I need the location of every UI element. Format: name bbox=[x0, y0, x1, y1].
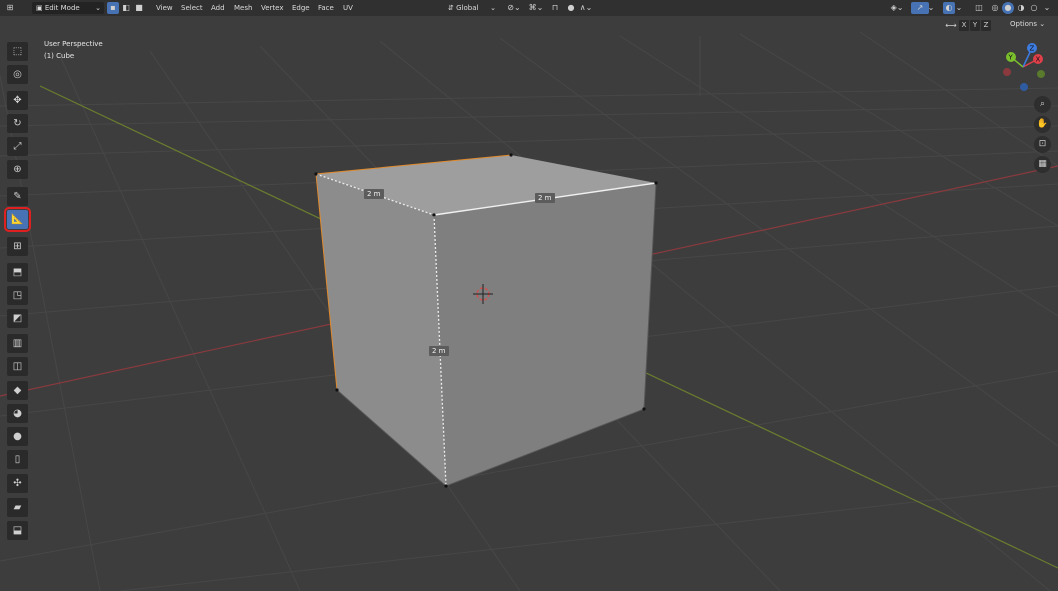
vertex[interactable] bbox=[335, 388, 339, 392]
pan-hand-icon[interactable]: ✋ bbox=[1034, 116, 1051, 133]
orientation-label: Global bbox=[456, 4, 479, 12]
camera-icon[interactable]: ⊡ bbox=[1034, 136, 1051, 153]
add-cube-icon[interactable]: ⊞ bbox=[7, 237, 28, 256]
options-dropdown[interactable]: Options ⌄ bbox=[1010, 20, 1045, 28]
spin-icon[interactable]: ◕ bbox=[7, 404, 28, 423]
cube-left-face[interactable] bbox=[316, 174, 446, 486]
chevron-down-icon: ⌄ bbox=[490, 4, 496, 12]
y-axis-label: Y bbox=[1008, 54, 1014, 62]
options-label: Options bbox=[1010, 20, 1038, 28]
smooth-icon[interactable]: ● bbox=[7, 427, 28, 446]
mirror-z-toggle[interactable]: Z bbox=[981, 20, 991, 31]
vertex[interactable] bbox=[444, 484, 448, 488]
menu-face[interactable]: Face bbox=[318, 2, 334, 14]
3d-viewport[interactable]: 2 m 2 m 2 m User Perspective (1) Cube ⟷ … bbox=[0, 16, 1058, 591]
cursor-icon[interactable]: ◎ bbox=[7, 65, 28, 84]
vertex[interactable] bbox=[509, 153, 513, 157]
editor-type-icon[interactable]: ⊞ bbox=[4, 2, 16, 14]
xray-icon[interactable]: ◫ bbox=[973, 2, 985, 14]
neg-z-axis-handle[interactable] bbox=[1020, 83, 1028, 91]
vertex-select-icon[interactable]: ▪ bbox=[107, 2, 119, 14]
shading-options-icon[interactable]: ⌄ bbox=[1041, 2, 1053, 14]
chevron-down-icon[interactable]: ⌄ bbox=[955, 2, 963, 14]
perspective-grid-icon[interactable]: ▦ bbox=[1034, 156, 1051, 173]
chevron-down-icon: ⌄ bbox=[1039, 20, 1046, 28]
rendered-shading-icon[interactable]: ○ bbox=[1028, 2, 1040, 14]
rip-region-icon[interactable]: ⬓ bbox=[7, 521, 28, 540]
viewport-header: ⊞ ▣ Edit Mode ⌄ ▪ ◧ ■ View Select Add Me… bbox=[0, 0, 1058, 16]
snap-icon[interactable]: ⌘⌄ bbox=[527, 2, 545, 14]
neg-x-axis-handle[interactable] bbox=[1003, 68, 1011, 76]
move-icon[interactable]: ✥ bbox=[7, 91, 28, 110]
inset-faces-icon[interactable]: ◳ bbox=[7, 286, 28, 305]
viewport-canvas bbox=[0, 31, 1058, 591]
menu-add[interactable]: Add bbox=[211, 2, 225, 14]
proportional-edit-icon[interactable]: ● bbox=[567, 2, 575, 14]
vertex[interactable] bbox=[654, 181, 658, 185]
bevel-icon[interactable]: ◩ bbox=[7, 309, 28, 328]
menu-select[interactable]: Select bbox=[181, 2, 203, 14]
face-select-icon[interactable]: ■ bbox=[133, 2, 145, 14]
cube-right-face[interactable] bbox=[434, 183, 656, 486]
extrude-region-icon[interactable]: ⬒ bbox=[7, 263, 28, 282]
menu-uv[interactable]: UV bbox=[343, 2, 353, 14]
menu-mesh[interactable]: Mesh bbox=[234, 2, 252, 14]
zoom-icon[interactable]: ⌕ bbox=[1034, 96, 1051, 113]
mirror-icon[interactable]: ⟷ bbox=[945, 20, 957, 32]
x-axis-label: X bbox=[1036, 56, 1041, 64]
material-shading-icon[interactable]: ◑ bbox=[1015, 2, 1027, 14]
dimension-label: 2 m bbox=[429, 346, 449, 356]
solid-shading-icon[interactable]: ● bbox=[1002, 2, 1014, 14]
z-axis-label: Z bbox=[1030, 45, 1035, 53]
transform-icon[interactable]: ⊕ bbox=[7, 160, 28, 179]
measure-icon[interactable]: 📐 bbox=[4, 207, 31, 232]
poly-build-icon[interactable]: ◆ bbox=[7, 381, 28, 400]
menu-edge[interactable]: Edge bbox=[292, 2, 310, 14]
falloff-icon[interactable]: ∧⌄ bbox=[578, 2, 594, 14]
wireframe-shading-icon[interactable]: ◎ bbox=[989, 2, 1001, 14]
vertex[interactable] bbox=[642, 407, 646, 411]
edge-slide-icon[interactable]: ▯ bbox=[7, 450, 28, 469]
edge-select-icon[interactable]: ◧ bbox=[120, 2, 132, 14]
knife-icon[interactable]: ◫ bbox=[7, 357, 28, 376]
orientation-icon: ⇵ bbox=[448, 4, 457, 12]
overlays-icon[interactable]: ◐ bbox=[943, 2, 955, 14]
object-name: (1) Cube bbox=[44, 52, 75, 60]
dimension-label: 2 m bbox=[364, 189, 384, 199]
mirror-x-toggle[interactable]: X bbox=[959, 20, 969, 31]
scale-icon[interactable]: ⤢ bbox=[7, 137, 28, 156]
snap-settings-icon[interactable]: ⊓ bbox=[550, 2, 560, 14]
chevron-down-icon: ⌄ bbox=[95, 4, 101, 12]
loop-cut-icon[interactable]: ▥ bbox=[7, 334, 28, 353]
pivot-icon[interactable]: ⊘⌄ bbox=[505, 2, 523, 14]
dimension-label: 2 m bbox=[535, 193, 555, 203]
rotate-icon[interactable]: ↻ bbox=[7, 114, 28, 133]
mode-label: Edit Mode bbox=[44, 4, 80, 12]
visibility-icon[interactable]: ◈⌄ bbox=[888, 2, 906, 14]
annotate-icon[interactable]: ✎ bbox=[7, 187, 28, 206]
orientation-dropdown[interactable]: ⇵ Global ⌄ bbox=[448, 2, 496, 14]
cube-mesh[interactable] bbox=[314, 153, 658, 488]
mirror-y-toggle[interactable]: Y bbox=[970, 20, 980, 31]
chevron-down-icon[interactable]: ⌄ bbox=[927, 2, 935, 14]
vertex[interactable] bbox=[314, 172, 318, 176]
view-name: User Perspective bbox=[44, 40, 103, 48]
neg-y-axis-handle[interactable] bbox=[1037, 70, 1045, 78]
shrink-fatten-icon[interactable]: ✣ bbox=[7, 474, 28, 493]
navigation-gizmo[interactable]: X Z Y bbox=[999, 41, 1051, 93]
select-box-icon[interactable]: ⬚ bbox=[7, 42, 28, 61]
vertex[interactable] bbox=[432, 213, 436, 217]
mode-dropdown[interactable]: ▣ Edit Mode ⌄ bbox=[32, 2, 104, 14]
mode-icon: ▣ bbox=[36, 4, 45, 12]
shear-icon[interactable]: ▰ bbox=[7, 498, 28, 517]
menu-view[interactable]: View bbox=[156, 2, 173, 14]
menu-vertex[interactable]: Vertex bbox=[261, 2, 284, 14]
